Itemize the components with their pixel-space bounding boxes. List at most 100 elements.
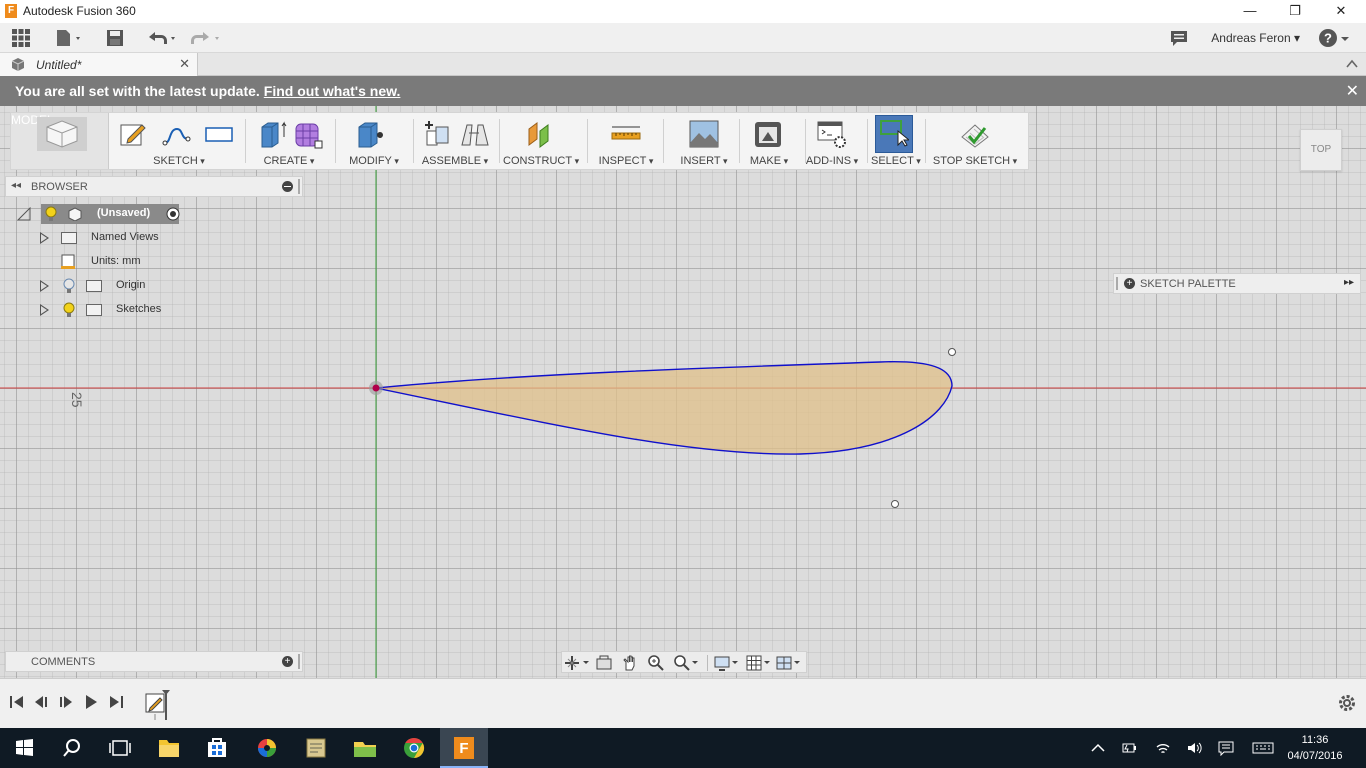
spline-handle[interactable] (891, 500, 899, 508)
orbit-icon[interactable] (564, 655, 590, 671)
file-icon[interactable] (54, 28, 84, 48)
svg-text:?: ? (1324, 31, 1332, 46)
help-menu[interactable]: ? (1318, 28, 1350, 48)
toolbar-separator (663, 119, 664, 163)
first-icon[interactable] (9, 694, 25, 710)
browser-item-origin[interactable]: Origin (38, 276, 188, 296)
insert-group[interactable]: INSERT (671, 113, 737, 169)
palette-drag-handle[interactable] (1116, 277, 1118, 290)
notepad-icon[interactable] (292, 728, 340, 768)
assemble-group[interactable]: ASSEMBLE (417, 113, 493, 169)
chrome-icon[interactable] (390, 728, 438, 768)
task-view-icon[interactable] (96, 728, 144, 768)
close-tab-button[interactable]: ✕ (179, 56, 190, 72)
explorer-icon[interactable] (145, 728, 193, 768)
undo-icon[interactable] (145, 28, 179, 48)
visibility-bulb-off-icon[interactable] (63, 278, 75, 294)
keyboard-icon[interactable] (1252, 740, 1274, 756)
chevron-up-icon[interactable] (1346, 59, 1358, 69)
construct-group[interactable]: CONSTRUCT (503, 113, 579, 169)
construct-menu-label: CONSTRUCT (503, 155, 579, 167)
document-icon (11, 58, 25, 71)
close-window-button[interactable]: ✕ (1318, 0, 1364, 23)
save-icon[interactable] (105, 28, 125, 48)
play-icon[interactable] (83, 694, 99, 710)
dismiss-notification-button[interactable]: ✕ (1346, 81, 1359, 101)
expand-triangle-icon[interactable] (40, 232, 49, 244)
visibility-bulb-icon[interactable] (45, 206, 57, 222)
fusion-taskbar-button[interactable]: F (440, 728, 488, 768)
search-icon[interactable] (48, 728, 96, 768)
folder-icon (86, 304, 102, 316)
workspace-switcher[interactable]: MODEL (11, 113, 109, 169)
create-group[interactable]: CREATE (249, 113, 329, 169)
photos-icon[interactable] (243, 728, 291, 768)
restore-button[interactable]: ❐ (1272, 0, 1318, 23)
browser-item-sketches[interactable]: Sketches (38, 300, 188, 320)
units-document-icon (61, 254, 75, 269)
make-group[interactable]: MAKE (737, 113, 801, 169)
browser-minimize-button[interactable] (282, 181, 293, 192)
browser-item-label: Units: mm (91, 255, 141, 267)
taskbar-clock[interactable]: 11:36 04/07/2016 (1280, 732, 1350, 764)
inspect-menu-label: INSPECT (595, 155, 657, 167)
browser-title: BROWSER (31, 181, 88, 193)
browser-item-named-views[interactable]: Named Views (38, 228, 188, 248)
add-comment-button[interactable]: + (282, 656, 293, 667)
last-icon[interactable] (108, 694, 124, 710)
comments-drag-handle[interactable] (298, 654, 300, 669)
expand-triangle-icon[interactable] (40, 280, 49, 292)
display-settings-icon[interactable] (714, 655, 740, 671)
airfoil-profile[interactable] (375, 361, 953, 455)
wifi-icon[interactable] (1155, 740, 1171, 756)
store-icon[interactable] (193, 728, 241, 768)
windows-start-icon[interactable] (0, 728, 48, 768)
step-forward-icon[interactable] (58, 694, 74, 710)
spline-handle[interactable] (948, 348, 956, 356)
show-hidden-icons-icon[interactable] (1090, 740, 1106, 756)
battery-icon[interactable] (1121, 740, 1137, 756)
settings-gear-icon[interactable] (1338, 694, 1356, 712)
previous-icon[interactable] (33, 694, 49, 710)
expand-triangle-icon[interactable] (40, 304, 49, 316)
zoom-icon[interactable] (648, 655, 664, 671)
pan-icon[interactable] (622, 655, 638, 671)
viewports-icon[interactable] (776, 655, 802, 671)
add-ins-group[interactable]: ADD-INS (793, 113, 871, 169)
modify-group[interactable]: MODIFY (341, 113, 407, 169)
select-menu-label: SELECT (871, 155, 917, 167)
collapse-browser-icon[interactable]: ◂◂ (11, 180, 21, 191)
whats-new-link[interactable]: Find out what's new. (264, 83, 401, 99)
sketch-menu-label: SKETCH (116, 155, 242, 167)
folder-icon[interactable] (341, 728, 389, 768)
fit-icon[interactable] (674, 655, 700, 671)
origin-point[interactable] (372, 384, 380, 392)
notifications-icon[interactable] (1170, 28, 1188, 48)
grid-settings-icon[interactable] (746, 655, 772, 671)
action-center-icon[interactable] (1218, 740, 1234, 756)
viewcube-top[interactable]: TOP (1300, 129, 1342, 171)
browser-item-label: Named Views (91, 231, 159, 243)
volume-icon[interactable] (1186, 740, 1202, 756)
grid-apps-icon[interactable] (11, 28, 31, 48)
look-at-icon[interactable] (596, 655, 612, 671)
stop-sketch-button[interactable]: STOP SKETCH (929, 113, 1021, 169)
activate-radio-icon[interactable] (166, 207, 180, 221)
user-menu[interactable]: Andreas Feron ▾ (1211, 31, 1300, 45)
fusion-app-icon: F (5, 4, 17, 18)
inspect-group[interactable]: INSPECT (595, 113, 657, 169)
redo-icon[interactable] (189, 28, 223, 48)
sketch-group[interactable]: SKETCH (116, 113, 242, 169)
select-group[interactable]: SELECT (871, 113, 917, 169)
browser-item-units[interactable]: Units: mm (38, 252, 188, 272)
visibility-bulb-icon[interactable] (63, 302, 75, 318)
browser-drag-handle[interactable] (298, 179, 300, 194)
document-tab[interactable]: Untitled* ✕ (0, 53, 198, 76)
sketch-palette-header[interactable]: + SKETCH PALETTE ▸▸ (1113, 273, 1361, 294)
minimize-button[interactable]: — (1227, 0, 1273, 23)
browser-root-item[interactable]: (Unsaved) (17, 204, 187, 224)
timeline-sketch-marker-icon[interactable] (145, 689, 171, 721)
expanded-triangle-icon[interactable] (17, 207, 31, 221)
palette-collapse-arrows-icon[interactable]: ▸▸ (1344, 277, 1354, 288)
expand-palette-icon[interactable]: + (1124, 278, 1135, 289)
